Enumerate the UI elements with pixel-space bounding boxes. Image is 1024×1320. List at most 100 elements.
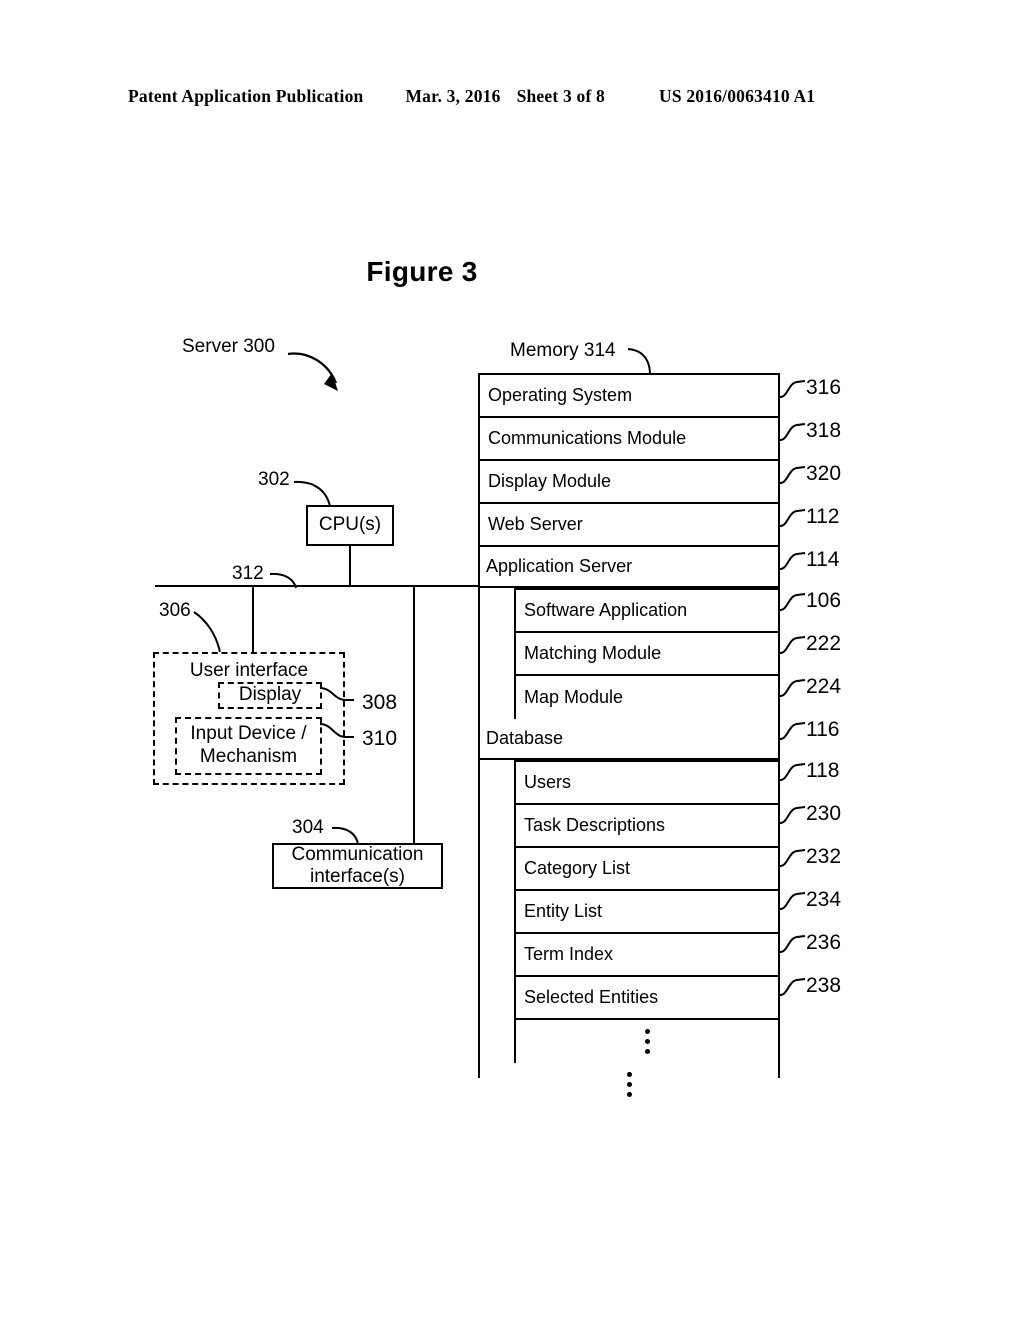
reference-leader-234: [778, 892, 806, 910]
memory-row-label: Map Module: [524, 687, 624, 707]
reference-number-316: 316: [806, 376, 842, 399]
cpu-bus-connector: [349, 546, 351, 585]
reference-number-106: 106: [806, 589, 842, 612]
cpu-box[interactable]: CPU(s): [306, 505, 394, 546]
memory-row-label: Entity List: [524, 901, 603, 921]
memory-row[interactable]: Selected Entities: [516, 977, 778, 1020]
system-bus: [155, 585, 480, 587]
display-ref-label: 308: [362, 691, 398, 714]
reference-leader-222: [778, 636, 806, 654]
bus-branch-user-interface: [252, 585, 254, 653]
memory-row-label: Selected Entities: [524, 987, 659, 1007]
reference-number-116: 116: [806, 718, 840, 741]
header-date: Mar. 3, 2016: [405, 86, 501, 106]
memory-row-label: Users: [524, 772, 572, 792]
memory-row-label: Matching Module: [524, 643, 662, 663]
memory-row-label: Application Server: [486, 556, 633, 576]
memory-row[interactable]: Application Server: [480, 547, 778, 588]
reference-leader-118: [778, 763, 806, 781]
figure-title-text: Figure 3: [366, 256, 478, 287]
bus-leader-line: [269, 572, 297, 589]
memory-label: Memory 314: [510, 340, 616, 361]
display-box[interactable]: Display: [218, 682, 322, 709]
bus-ref-label: 312: [232, 563, 264, 584]
memory-row-label: Term Index: [524, 944, 614, 964]
reference-leader-232: [778, 849, 806, 867]
reference-number-230: 230: [806, 802, 842, 825]
figure-title: Figure 3: [0, 256, 1024, 288]
memory-row[interactable]: Database: [480, 719, 778, 760]
reference-leader-316: [778, 380, 806, 398]
memory-row-label: Software Application: [524, 600, 688, 620]
reference-leader-320: [778, 466, 806, 484]
input-device-box[interactable]: Input Device / Mechanism: [175, 717, 322, 775]
memory-subgroup: Users Task Descriptions Category List Entit…: [514, 760, 778, 1063]
input-device-label-line2: Mechanism: [199, 746, 298, 767]
reference-number-318: 318: [806, 419, 842, 442]
memory-row-label: Operating System: [488, 385, 633, 405]
reference-number-112: 112: [806, 505, 840, 528]
header-publication-type: Patent Application Publication: [128, 86, 364, 106]
memory-row-label: Web Server: [488, 514, 583, 534]
memory-row[interactable]: Matching Module: [516, 633, 778, 676]
communication-interface-box[interactable]: Communication interface(s): [272, 843, 443, 889]
memory-row[interactable]: Users: [516, 762, 778, 805]
reference-number-222: 222: [806, 632, 842, 655]
reference-number-236: 236: [806, 931, 842, 954]
cpu-label: CPU(s): [318, 514, 382, 536]
reference-number-114: 114: [806, 548, 840, 571]
reference-leader-114: [778, 552, 806, 570]
page-header: Patent Application Publication Mar. 3, 2…: [128, 86, 896, 107]
reference-number-234: 234: [806, 888, 842, 911]
reference-leader-112: [778, 509, 806, 527]
memory-row[interactable]: Category List: [516, 848, 778, 891]
memory-stack: Operating System Communications Module Dis…: [478, 373, 780, 1106]
bus-branch-communication-interface: [413, 585, 415, 844]
cpu-ref-label: 302: [258, 469, 290, 490]
memory-row[interactable]: Entity List: [516, 891, 778, 934]
reference-number-320: 320: [806, 462, 842, 485]
memory-row-label: Task Descriptions: [524, 815, 666, 835]
server-label: Server 300: [182, 336, 275, 357]
reference-number-224: 224: [806, 675, 842, 698]
communication-interface-ref-label: 304: [292, 817, 324, 838]
display-label: Display: [238, 684, 302, 706]
memory-row[interactable]: Operating System: [480, 375, 778, 418]
reference-leader-224: [778, 679, 806, 697]
reference-leader-318: [778, 423, 806, 441]
input-device-ref-label: 310: [362, 727, 398, 750]
reference-leader-106: [778, 593, 806, 611]
user-interface-leader-line: [193, 611, 221, 653]
communication-interface-label-line1: Communication: [291, 843, 424, 865]
memory-row[interactable]: Term Index: [516, 934, 778, 977]
vertical-ellipsis-icon: [480, 1063, 778, 1106]
reference-leader-230: [778, 806, 806, 824]
memory-row-ellipsis: [516, 1020, 778, 1063]
memory-row[interactable]: Display Module: [480, 461, 778, 504]
reference-leader-238: [778, 978, 806, 996]
memory-row[interactable]: Map Module: [516, 676, 778, 719]
reference-leader-116: [778, 722, 806, 740]
header-patent-number: US 2016/0063410 A1: [659, 86, 816, 106]
server-arrow-icon: [287, 352, 338, 391]
memory-subgroup: Software Application Matching Module Map M…: [514, 588, 778, 719]
user-interface-ref-label: 306: [159, 600, 191, 621]
memory-row-label: Category List: [524, 858, 631, 878]
input-device-leader-line: [319, 723, 354, 738]
vertical-ellipsis-icon: [516, 1020, 778, 1063]
reference-number-238: 238: [806, 974, 842, 997]
memory-row-label: Display Module: [488, 471, 612, 491]
display-leader-line: [319, 687, 354, 701]
reference-number-118: 118: [806, 759, 840, 782]
memory-row[interactable]: Software Application: [516, 590, 778, 633]
memory-row-ellipsis: [480, 1063, 778, 1106]
user-interface-label: User interface: [189, 660, 309, 681]
header-sheet: Sheet 3 of 8: [516, 86, 605, 106]
input-device-label-line1: Input Device /: [190, 723, 307, 745]
memory-row-label: Database: [486, 728, 564, 748]
reference-leader-236: [778, 935, 806, 953]
memory-row[interactable]: Web Server: [480, 504, 778, 547]
memory-row[interactable]: Communications Module: [480, 418, 778, 461]
reference-number-232: 232: [806, 845, 842, 868]
memory-row[interactable]: Task Descriptions: [516, 805, 778, 848]
